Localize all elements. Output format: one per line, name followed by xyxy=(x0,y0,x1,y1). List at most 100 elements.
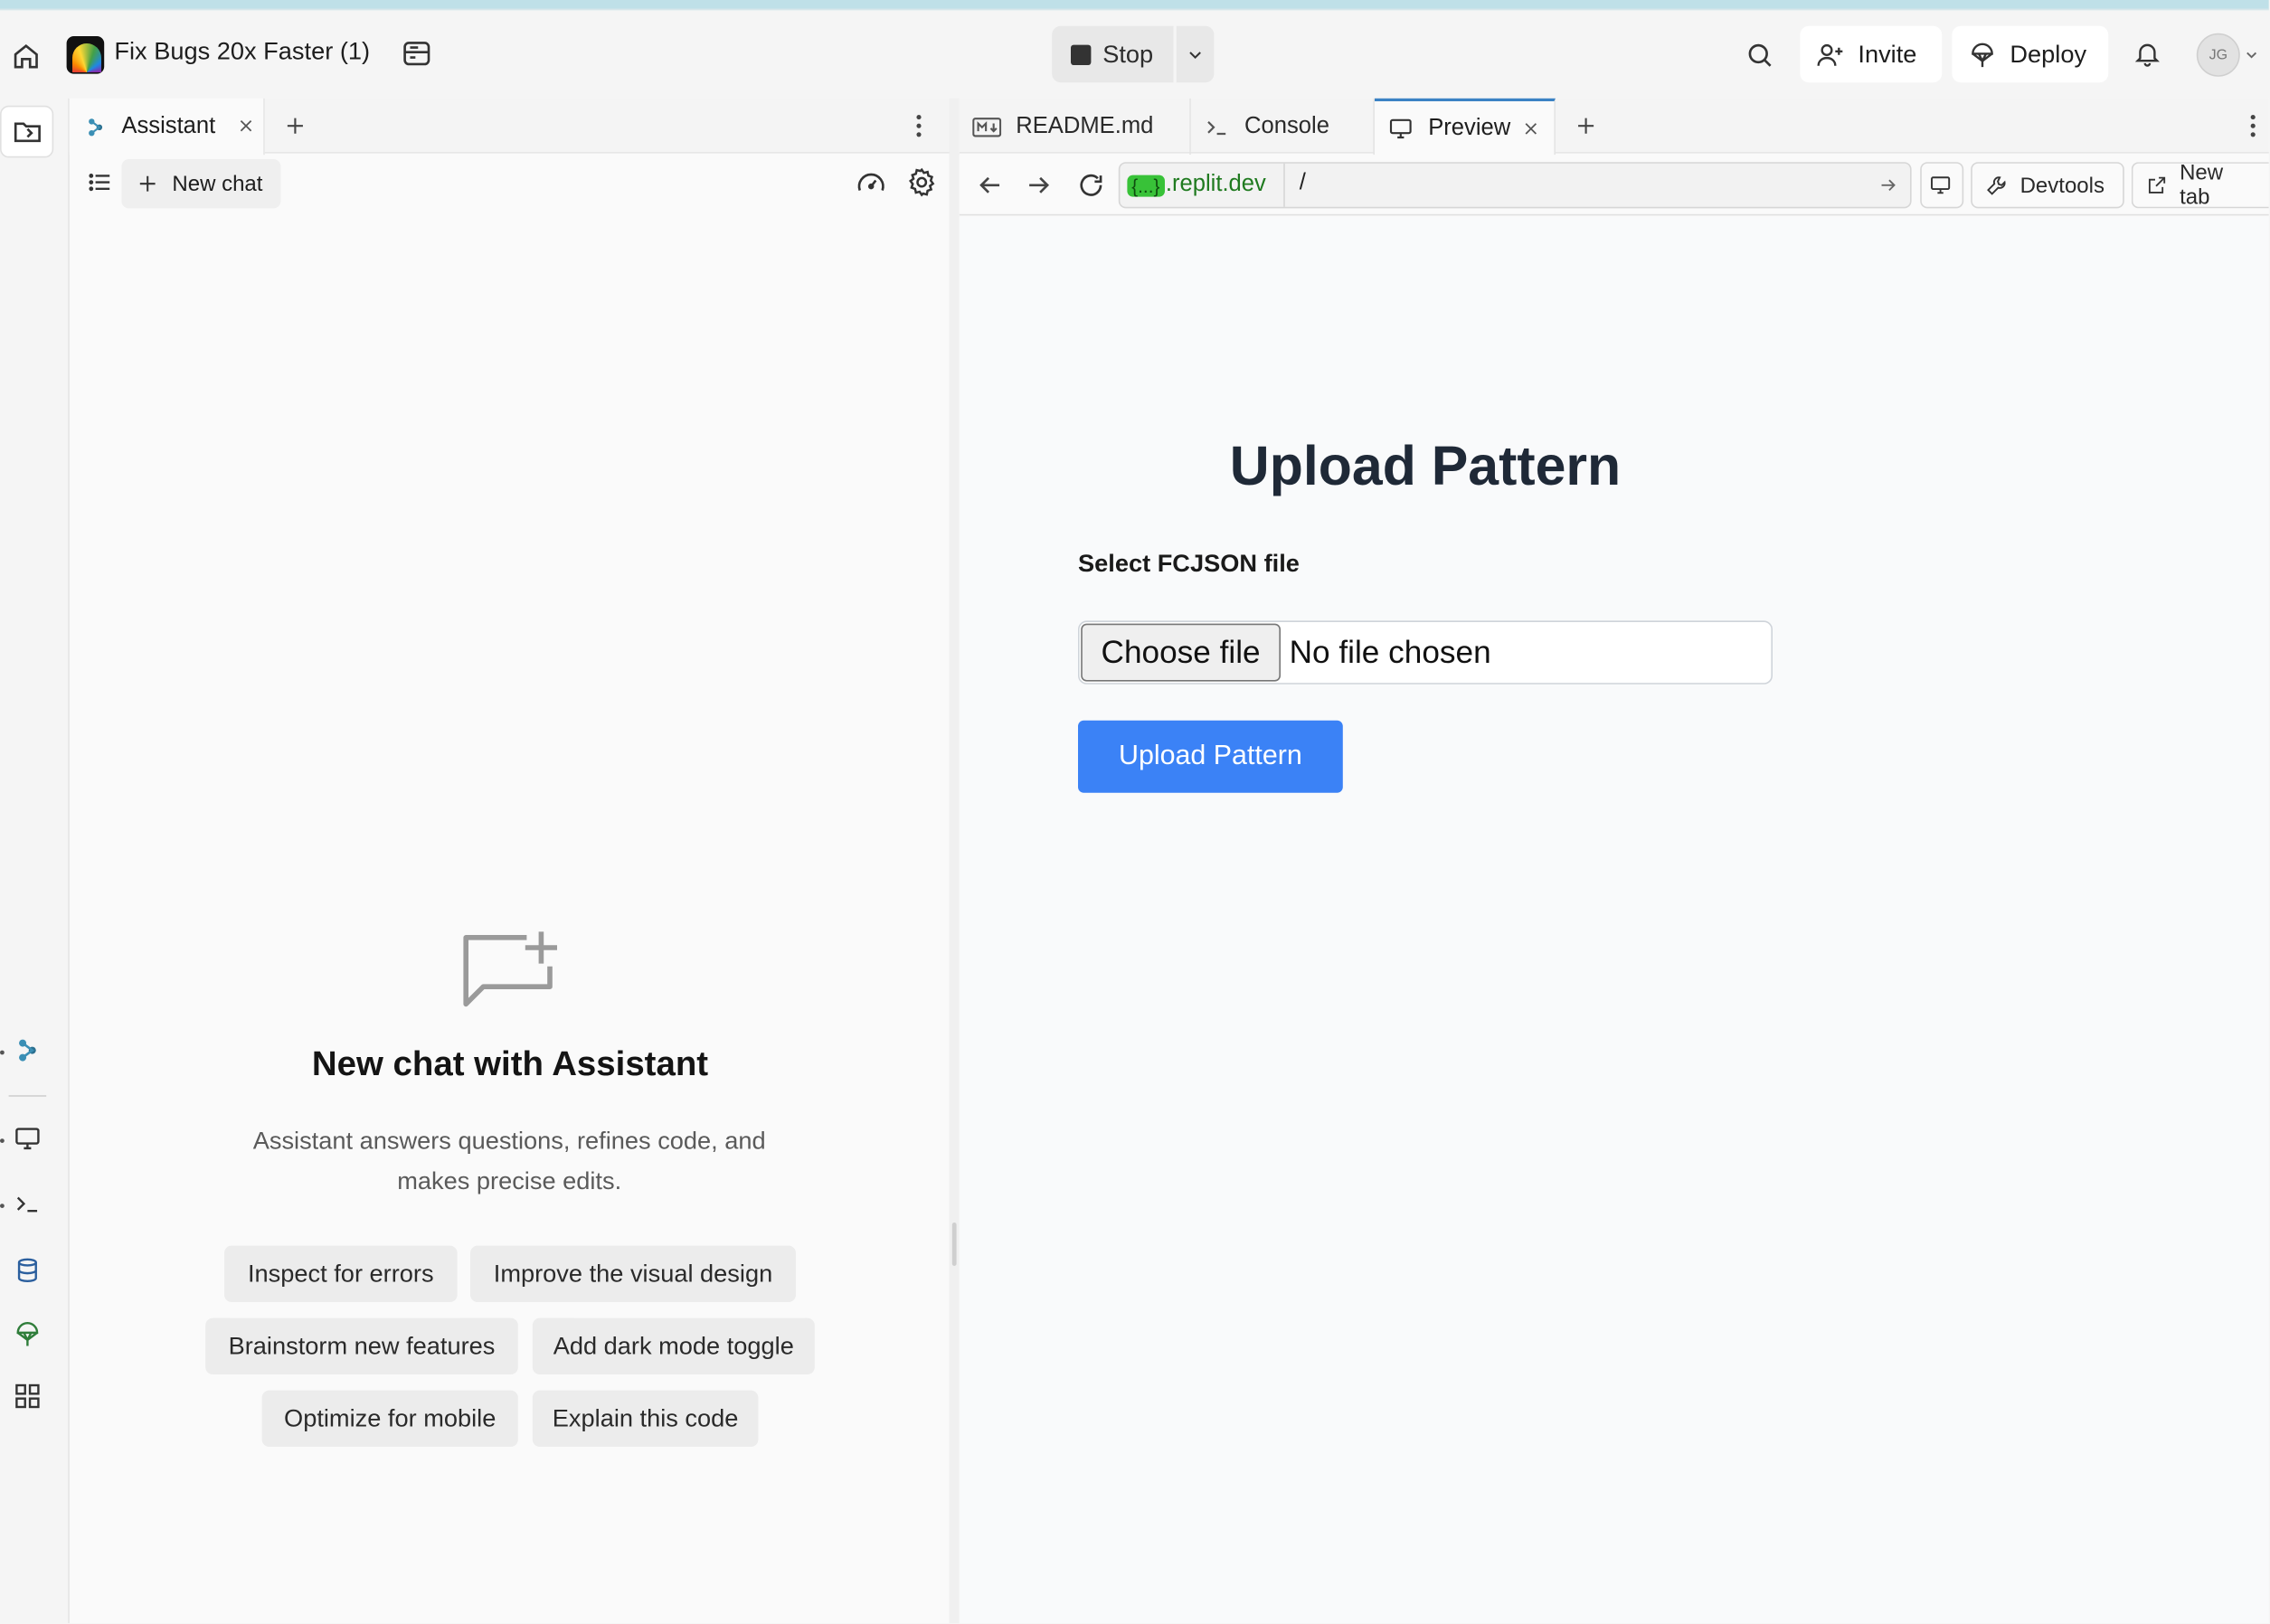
more-options-icon[interactable] xyxy=(2247,113,2259,139)
panel-resize-handle[interactable] xyxy=(949,98,960,1624)
right-panel: README.md Console Preview {...} .replit. xyxy=(959,98,2269,1624)
tab-preview[interactable]: Preview xyxy=(1375,98,1556,156)
files-rail-button[interactable] xyxy=(0,105,54,158)
close-icon[interactable] xyxy=(1522,120,1539,137)
rail-active-dot xyxy=(0,1050,5,1055)
choose-file-button[interactable]: Choose file xyxy=(1081,623,1281,682)
left-rail xyxy=(0,99,58,1623)
window-top-stripe xyxy=(0,0,2269,11)
deployments-rail-button[interactable] xyxy=(5,1312,49,1355)
suggestion-chip[interactable]: Inspect for errors xyxy=(224,1245,458,1302)
new-chat-label: New chat xyxy=(172,171,263,196)
chevron-down-icon xyxy=(1189,51,1201,59)
run-control-group: Stop xyxy=(1052,25,1215,83)
assistant-icon xyxy=(19,1039,36,1062)
suggestion-chip[interactable]: Add dark mode toggle xyxy=(532,1317,815,1374)
resize-grip[interactable] xyxy=(951,1223,957,1266)
monitor-icon xyxy=(1931,176,1951,194)
grid-icon xyxy=(15,1383,40,1409)
user-avatar[interactable]: JG xyxy=(2196,33,2240,77)
url-host-domain: .replit.dev xyxy=(1165,172,1266,197)
deploy-button[interactable]: Deploy xyxy=(1952,25,2109,83)
devtools-button[interactable]: Devtools xyxy=(1971,162,2124,209)
top-bar: Fix Bugs 20x Faster (1) Stop Invite Depl… xyxy=(0,12,2269,99)
external-link-icon xyxy=(2148,176,2166,194)
deploy-icon xyxy=(16,1322,39,1346)
file-input[interactable]: Choose file No file chosen xyxy=(1078,620,1773,685)
database-icon xyxy=(17,1258,37,1283)
assistant-rail-button[interactable] xyxy=(5,1029,49,1072)
all-tools-rail-button[interactable] xyxy=(5,1374,49,1418)
device-preview-button[interactable] xyxy=(1920,162,1964,209)
more-options-icon[interactable] xyxy=(913,113,925,139)
chat-history-list-icon[interactable] xyxy=(87,169,113,195)
stop-button[interactable]: Stop xyxy=(1052,25,1174,83)
new-tab-button[interactable]: New tab xyxy=(2131,160,2269,210)
terminal-icon xyxy=(16,1196,38,1213)
url-host-chip: {...} xyxy=(1127,174,1165,196)
tab-console-label: Console xyxy=(1244,113,1329,138)
project-info-icon[interactable] xyxy=(401,38,432,70)
preview-viewport: Upload Pattern Select FCJSON file Choose… xyxy=(959,217,2269,1624)
assistant-icon xyxy=(89,118,103,136)
search-icon[interactable] xyxy=(1742,38,1776,72)
tab-assistant[interactable]: Assistant xyxy=(69,98,265,156)
app-window: Fix Bugs 20x Faster (1) Stop Invite Depl… xyxy=(0,0,2269,1624)
wrench-icon xyxy=(1987,176,2006,195)
add-user-icon xyxy=(1817,43,1843,66)
deploy-icon xyxy=(1972,42,1993,67)
deploy-label: Deploy xyxy=(2010,40,2087,68)
project-title[interactable]: Fix Bugs 20x Faster (1) xyxy=(114,38,370,67)
refresh-icon[interactable] xyxy=(1076,171,1105,200)
tab-readme-label: README.md xyxy=(1016,113,1154,138)
tab-assistant-label: Assistant xyxy=(121,113,216,138)
database-rail-button[interactable] xyxy=(5,1249,49,1292)
add-tab-plus-icon[interactable] xyxy=(284,114,307,137)
close-icon[interactable] xyxy=(237,118,254,135)
invite-label: Invite xyxy=(1858,40,1917,68)
assistant-tab-bar: Assistant xyxy=(69,98,951,156)
project-logo-icon[interactable] xyxy=(66,36,105,74)
no-file-chosen-text: No file chosen xyxy=(1289,633,1491,670)
tab-preview-label: Preview xyxy=(1428,115,1511,140)
preview-rail-button[interactable] xyxy=(5,1117,49,1160)
rail-dot xyxy=(0,1204,5,1208)
gauge-icon[interactable] xyxy=(856,168,887,200)
home-icon[interactable] xyxy=(9,39,43,73)
markdown-icon xyxy=(972,117,1002,137)
terminal-icon xyxy=(1207,120,1226,135)
stop-label: Stop xyxy=(1102,40,1154,68)
monitor-icon xyxy=(1389,118,1412,138)
upload-pattern-button[interactable]: Upload Pattern xyxy=(1078,720,1343,793)
assistant-toolbar: New chat xyxy=(70,155,951,212)
new-chat-bubble-icon xyxy=(463,931,558,1007)
notifications-bell-icon[interactable] xyxy=(2132,38,2163,70)
avatar-chevron-down-icon[interactable] xyxy=(2243,46,2260,63)
empty-state-description: Assistant answers questions, refines cod… xyxy=(252,1127,766,1195)
right-tab-bar: README.md Console Preview xyxy=(959,98,2269,156)
suggestion-chip[interactable]: Explain this code xyxy=(532,1390,759,1447)
url-host[interactable]: {...} .replit.dev xyxy=(1120,163,1285,207)
run-dropdown-button[interactable] xyxy=(1176,25,1215,83)
new-chat-button[interactable]: New chat xyxy=(121,159,281,209)
gear-icon[interactable] xyxy=(906,166,938,198)
console-rail-button[interactable] xyxy=(5,1182,49,1225)
rail-dot xyxy=(0,1138,5,1143)
rail-divider xyxy=(8,1095,47,1097)
suggestion-chip[interactable]: Improve the visual design xyxy=(470,1245,796,1302)
suggestion-chip[interactable]: Optimize for mobile xyxy=(261,1390,518,1447)
add-tab-plus-icon[interactable] xyxy=(1575,114,1598,137)
forward-arrow-icon[interactable] xyxy=(1025,171,1054,200)
go-arrow-icon[interactable] xyxy=(1878,175,1898,195)
suggestion-chip[interactable]: Brainstorm new features xyxy=(205,1317,518,1374)
new-tab-label: New tab xyxy=(2180,160,2224,210)
url-field[interactable]: {...} .replit.dev / xyxy=(1118,162,1912,209)
devtools-label: Devtools xyxy=(2019,173,2104,198)
invite-button[interactable]: Invite xyxy=(1800,25,1943,83)
preview-url-bar: {...} .replit.dev / Devtools New tab xyxy=(959,155,2269,216)
url-path-input[interactable]: / xyxy=(1300,171,1849,200)
tab-readme[interactable]: README.md xyxy=(960,98,1191,156)
plus-icon xyxy=(139,175,156,192)
back-arrow-icon[interactable] xyxy=(975,171,1004,200)
tab-console[interactable]: Console xyxy=(1191,98,1375,156)
